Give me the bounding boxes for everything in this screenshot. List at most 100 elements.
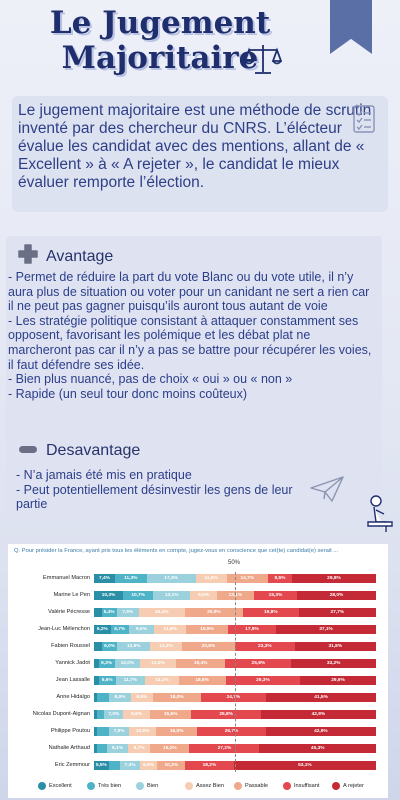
bar-segment: 15,3% <box>253 591 298 600</box>
bar-segment <box>108 761 121 770</box>
row-label: Valérie Pécresse <box>48 609 90 615</box>
row-label: Emmanuel Macron <box>43 575 90 581</box>
bar-segment: 7,9% <box>108 727 130 736</box>
advantages-heading: Avantage <box>18 244 113 269</box>
bar-segment: 8,7% <box>127 744 151 753</box>
bar-segment: 6,0% <box>101 642 118 651</box>
bar-segment: 9,5% <box>190 591 217 600</box>
advantages-list: - Permet de réduire la part du vote Blan… <box>8 270 374 401</box>
bar-segment: 15,5% <box>186 625 228 634</box>
bar-segment <box>94 608 102 617</box>
list-item: - N’a jamais été mis en pratique <box>16 468 192 482</box>
bar-segment: 17,3% <box>146 574 196 583</box>
median-line <box>235 572 236 772</box>
bar-segment: 7,3% <box>120 761 140 770</box>
chart-panel: Q. Pour présider la France, ayant pris t… <box>8 544 388 798</box>
bar-segment: 7,9% <box>116 608 139 617</box>
row-label: Nathalie Arthaud <box>48 745 90 751</box>
median-label: 50% <box>228 560 241 566</box>
bar-segment: 19,4% <box>175 659 226 668</box>
bar-segment: 10,7% <box>123 591 154 600</box>
bar-segment <box>96 744 108 753</box>
legend-label: Excellent <box>49 783 72 789</box>
bar-segment: 41,5% <box>266 693 376 702</box>
bar-segment: 37,1% <box>276 625 376 634</box>
bar-segment: 5,5% <box>94 761 109 770</box>
bar-segment: 6,6% <box>98 676 116 685</box>
bar-segment: 16,0% <box>156 727 198 736</box>
legend-label: Passable <box>245 783 269 789</box>
bar-segment: 8,5% <box>267 574 292 583</box>
list-item: - Rapide (un seul tour donc moins coûteu… <box>8 386 248 401</box>
bar-segment: 9,5% <box>128 625 155 634</box>
legend-label: Bien <box>147 783 159 789</box>
row-label: Fabien Roussel <box>51 643 90 649</box>
legend-swatch <box>136 782 144 790</box>
bar-segment: 12,9% <box>117 642 151 651</box>
legend-swatch <box>234 782 242 790</box>
row-label: Anne Hidalgo <box>56 694 90 700</box>
legend-swatch <box>87 782 95 790</box>
bar-segment: 11,8% <box>154 625 187 634</box>
bar-segment: 10,3% <box>94 591 124 600</box>
bar-segment: 33,2% <box>291 659 376 668</box>
legend-swatch <box>332 782 340 790</box>
list-item: - Peut potentiellement désinvestir les g… <box>16 482 293 512</box>
bar-segment: 6,2% <box>94 625 111 634</box>
row-label: Yannick Jadot <box>55 660 90 666</box>
plus-icon <box>18 244 38 269</box>
bar-segment: 12,3% <box>150 642 182 651</box>
row-label: Jean-Luc Mélenchon <box>38 626 90 632</box>
chart-title: Q. Pour présider la France, ayant pris t… <box>14 548 339 554</box>
bar-segment: 8,1% <box>107 744 128 753</box>
bar-segment: 42,9% <box>265 727 376 736</box>
bar-segment: 18,2% <box>185 761 234 770</box>
bar-segment: 18,6% <box>178 676 226 685</box>
scale-icon <box>243 42 283 81</box>
legend-item: A rejeter <box>332 782 364 790</box>
list-item: - Les stratégie politique consistant à a… <box>8 313 372 372</box>
bar-segment: 27,7% <box>298 608 376 617</box>
bar-segment: 6,7% <box>110 625 129 634</box>
legend-item: Insuffisant <box>283 782 319 790</box>
list-item: - Permet de réduire la part du vote Blan… <box>8 270 370 314</box>
bar-segment: 11,7% <box>115 676 146 685</box>
bar-segment: 5,4% <box>101 608 117 617</box>
bar-segment: 24,7% <box>200 693 267 702</box>
bar-segment: 15,2% <box>150 744 190 753</box>
bar-segment: 28,0% <box>297 591 376 600</box>
bar-segment: 18,0% <box>153 693 201 702</box>
bar-segment: 9,9% <box>123 710 150 719</box>
legend-item: Assez Bien <box>185 782 224 790</box>
legend-item: Très bien <box>87 782 121 790</box>
bar-segment: 26,7% <box>197 727 266 736</box>
legend-swatch <box>38 782 46 790</box>
legend-label: Assez Bien <box>196 783 224 789</box>
bar-segment: 8,0% <box>109 693 131 702</box>
bar-segment: 13,1% <box>145 676 179 685</box>
legend-label: Très bien <box>98 783 122 789</box>
bar-segment: 11,3% <box>114 574 147 583</box>
bar-segment: 6,6% <box>139 761 158 770</box>
intro-text: Le jugement majoritaire est une méthode … <box>18 102 372 191</box>
bar-segment: 53,1% <box>233 761 376 770</box>
row-label: Jean Lassalle <box>55 677 90 683</box>
bar-segment: 15,5% <box>149 710 192 719</box>
legend-item: Excellent <box>38 782 72 790</box>
bar-segment: 8,5% <box>130 693 154 702</box>
document-checklist-icon <box>352 104 378 139</box>
bar-segment: 14,7% <box>226 574 268 583</box>
bar-segment: 29,8% <box>291 574 376 583</box>
bar-segment: 10,0% <box>114 659 141 668</box>
legend-label: Insuffisant <box>294 783 320 789</box>
bar-segment: 16,4% <box>138 608 185 617</box>
bar-segment: 29,9% <box>300 676 376 685</box>
bar-segment: 31,8% <box>294 642 376 651</box>
bar-segment: 13,1% <box>153 591 191 600</box>
paper-plane-icon <box>310 476 344 507</box>
legend-item: Bien <box>136 782 158 790</box>
bar-segment: 20,8% <box>181 642 235 651</box>
bar-segment: 6,3% <box>98 659 115 668</box>
bar-segment <box>96 693 110 702</box>
legend-item: Passable <box>234 782 268 790</box>
